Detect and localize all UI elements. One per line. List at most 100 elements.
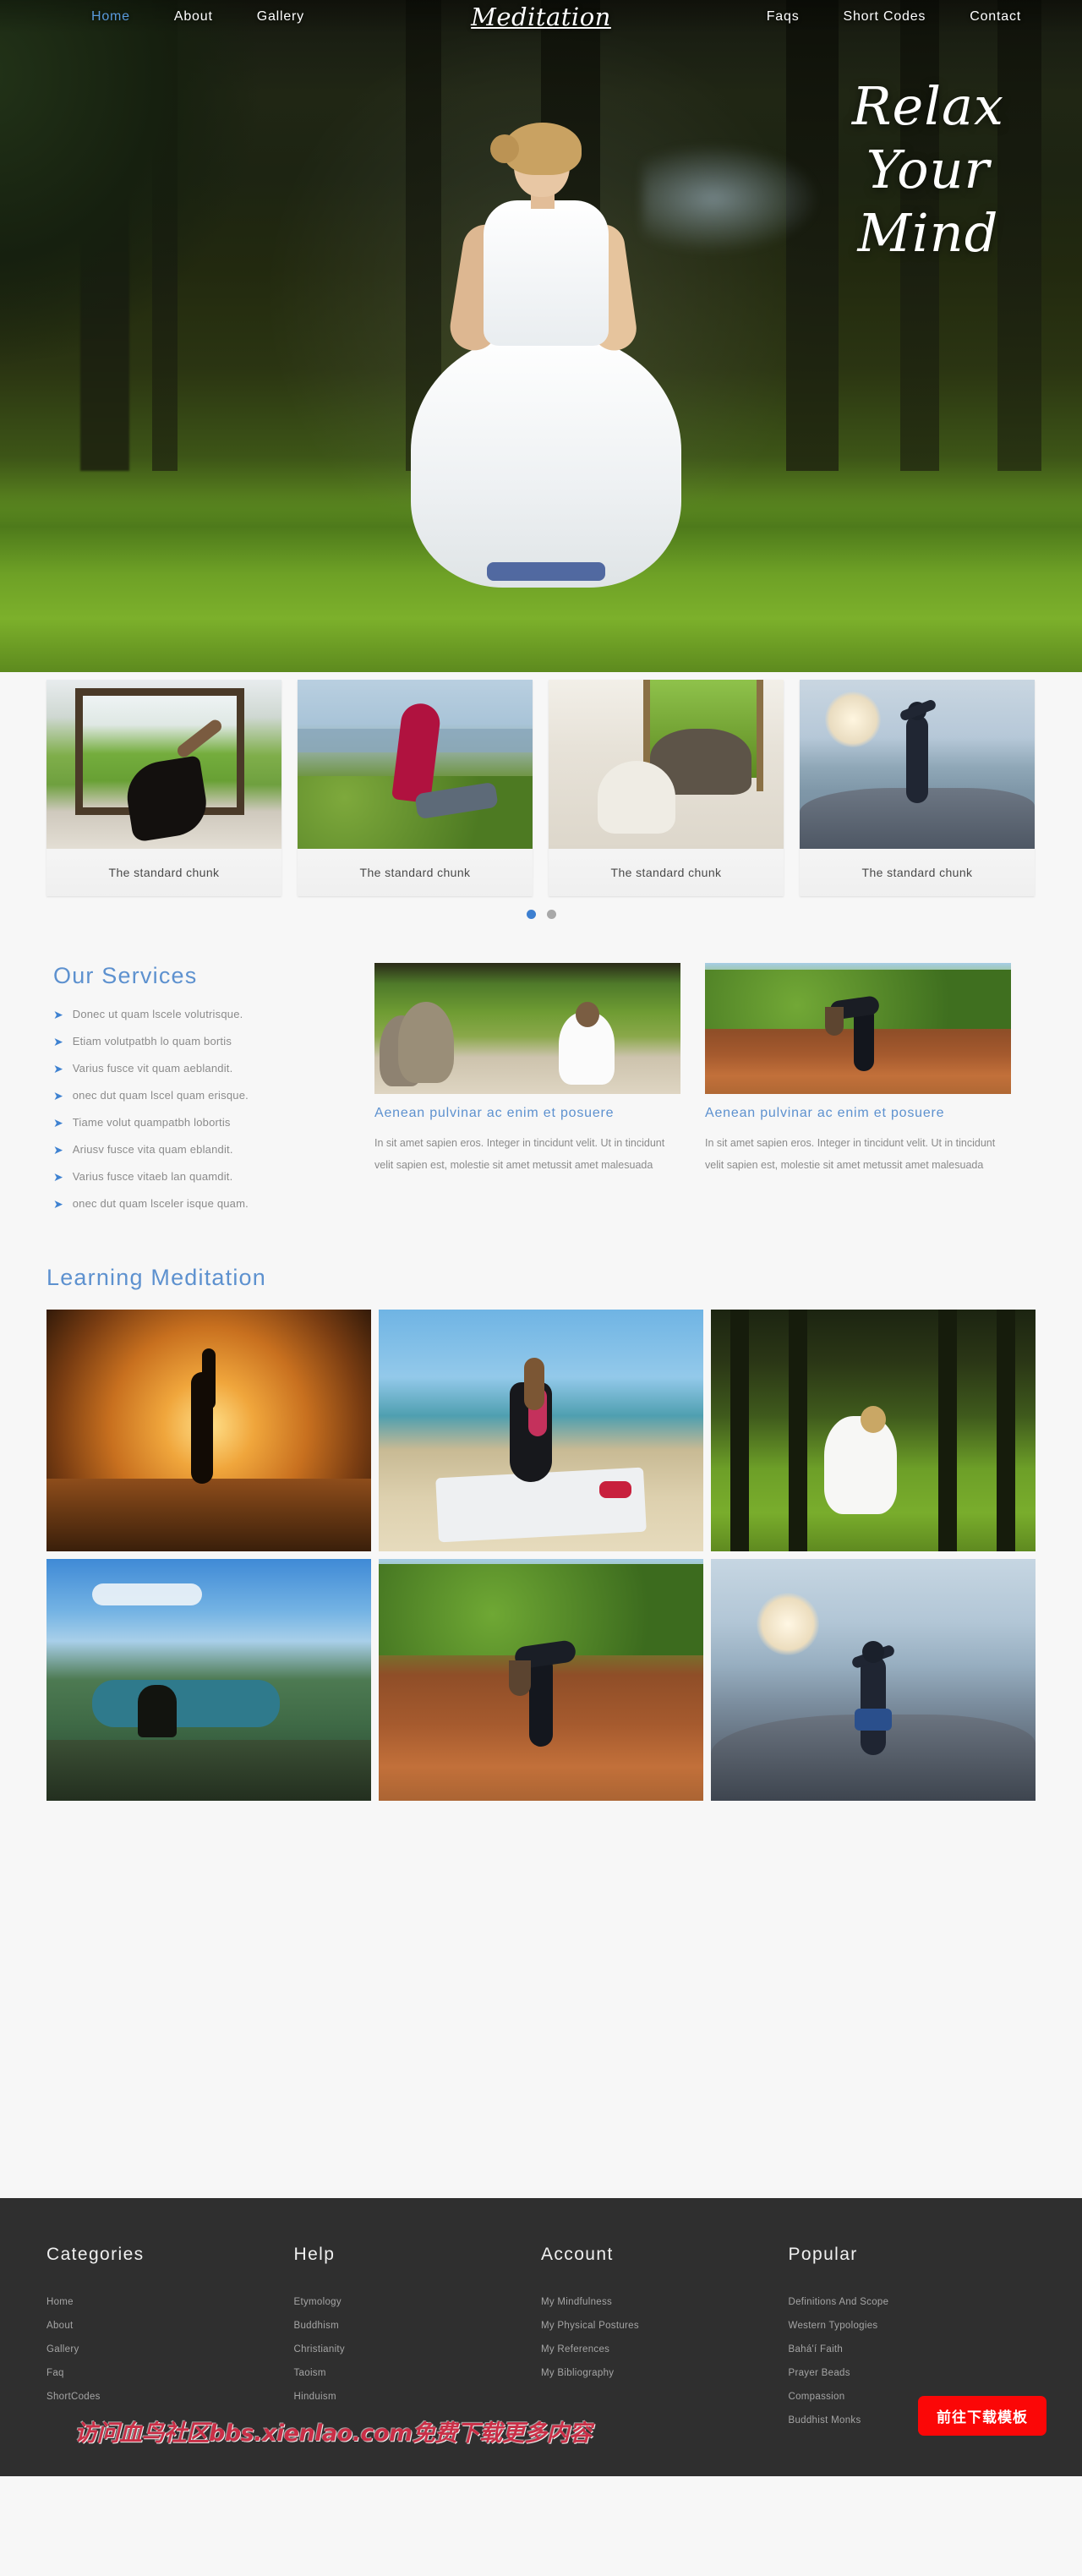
meditating-woman: [406, 123, 685, 621]
carousel-pagination: [0, 910, 1082, 919]
service-card-body: In sit amet sapien eros. Integer in tinc…: [705, 1137, 996, 1171]
service-list-item[interactable]: ➤ onec dut quam lscel quam erisque.: [53, 1089, 351, 1102]
carousel-card-caption: The standard chunk: [549, 849, 784, 896]
footer-heading: Popular: [788, 2245, 858, 2264]
gallery-grid: [46, 1310, 1036, 1801]
palm-frond: [0, 0, 295, 366]
footer-link[interactable]: My Physical Postures: [541, 2321, 789, 2331]
nav-item-contact[interactable]: Contact: [970, 9, 1021, 25]
footer-link[interactable]: Definitions And Scope: [789, 2297, 1036, 2307]
arrow-right-icon: ➤: [53, 1088, 63, 1102]
page-spacer: [0, 1801, 1082, 2198]
carousel-card-caption: The standard chunk: [800, 849, 1035, 896]
footer-link[interactable]: Western Typologies: [789, 2321, 1036, 2331]
service-label: Varius fusce vit quam aeblandit.: [72, 1062, 233, 1075]
arrow-right-icon: ➤: [53, 1034, 63, 1048]
carousel-dot-2[interactable]: [546, 910, 556, 919]
service-list-item[interactable]: ➤ Ariusv fusce vita quam eblandit.: [53, 1143, 351, 1156]
footer-link[interactable]: Buddhism: [294, 2321, 542, 2331]
hero-line-3: Mind: [857, 202, 999, 264]
gallery-item-coastal-rock-tree-pose[interactable]: [711, 1559, 1036, 1801]
site-footer: Categories Home About Gallery Faq ShortC…: [0, 2198, 1082, 2476]
carousel-card-image: [298, 680, 533, 849]
service-list-item[interactable]: ➤ onec dut quam lsceler isque quam.: [53, 1197, 351, 1210]
carousel-card-caption: The standard chunk: [298, 849, 533, 896]
service-list-item[interactable]: ➤ Donec ut quam lscele volutrisque.: [53, 1008, 351, 1020]
carousel-card[interactable]: The standard chunk: [800, 680, 1035, 896]
service-label: onec dut quam lscel quam erisque.: [72, 1089, 249, 1102]
services-list: ➤ Donec ut quam lscele volutrisque. ➤ Et…: [53, 1008, 351, 1210]
carousel-card-caption: The standard chunk: [46, 849, 281, 896]
footer-link[interactable]: Bahá'í Faith: [789, 2344, 1036, 2354]
learning-meditation-section: Learning Meditation: [46, 1265, 1036, 1801]
footer-link[interactable]: ShortCodes: [46, 2392, 294, 2402]
footer-link[interactable]: Taoism: [294, 2368, 542, 2378]
footer-link[interactable]: Home: [46, 2297, 294, 2307]
footer-link[interactable]: Faq: [46, 2368, 294, 2378]
download-template-button[interactable]: 前往下载模板: [918, 2396, 1046, 2436]
arrow-right-icon: ➤: [53, 1196, 63, 1211]
service-card-heading[interactable]: Aenean pulvinar ac enim et posuere: [705, 1106, 1011, 1121]
arrow-right-icon: ➤: [53, 1169, 63, 1184]
footer-link[interactable]: Christianity: [294, 2344, 542, 2354]
footer-link[interactable]: My Mindfulness: [541, 2297, 789, 2307]
carousel-card[interactable]: The standard chunk: [46, 680, 281, 896]
footer-link[interactable]: Etymology: [294, 2297, 542, 2307]
footer-link-list: Etymology Buddhism Christianity Taoism H…: [294, 2297, 542, 2402]
service-card-body: In sit amet sapien eros. Integer in tinc…: [374, 1137, 665, 1171]
nav-item-short-codes[interactable]: Short Codes: [844, 9, 926, 25]
service-list-item[interactable]: ➤ Tiame volut quampatbh lobortis: [53, 1116, 351, 1129]
carousel-card[interactable]: The standard chunk: [549, 680, 784, 896]
gallery-item-river-forward-fold[interactable]: [379, 1559, 703, 1801]
nav-right-group: Faqs Short Codes Contact: [767, 9, 1021, 25]
nav-item-home[interactable]: Home: [91, 9, 130, 25]
service-label: Donec ut quam lscele volutrisque.: [72, 1008, 243, 1020]
learning-meditation-title: Learning Meditation: [46, 1265, 266, 1290]
service-card-image[interactable]: [374, 963, 680, 1094]
service-card-image[interactable]: [705, 963, 1011, 1094]
arrow-right-icon: ➤: [53, 1007, 63, 1021]
gallery-item-beach-seated-meditation[interactable]: [379, 1310, 703, 1551]
nav-item-about[interactable]: About: [174, 9, 213, 25]
carousel-dot-1[interactable]: [526, 910, 536, 919]
carousel-card-image: [46, 680, 281, 849]
site-logo[interactable]: Meditation: [471, 3, 611, 31]
footer-column-account: Account My Mindfulness My Physical Postu…: [541, 2245, 789, 2439]
nav-item-faqs[interactable]: Faqs: [767, 9, 800, 25]
footer-columns: Categories Home About Gallery Faq ShortC…: [46, 2245, 1036, 2439]
footer-link-list: Home About Gallery Faq ShortCodes: [46, 2297, 294, 2402]
footer-link[interactable]: My Bibliography: [541, 2368, 789, 2378]
gallery-item-mountain-lake-overlook[interactable]: [46, 1559, 371, 1801]
hero-line-2: Your: [866, 139, 991, 200]
site-watermark: 访问血鸟社区bbs.xienlao.com免费下载更多内容: [74, 2420, 592, 2447]
gallery-item-sunset-tree-pose[interactable]: [46, 1310, 371, 1551]
service-list-item[interactable]: ➤ Etiam volutpatbh lo quam bortis: [53, 1035, 351, 1047]
service-label: Varius fusce vitaeb lan quamdit.: [72, 1170, 233, 1183]
gallery-item-forest-white-dress-meditation[interactable]: [711, 1310, 1036, 1551]
service-list-item[interactable]: ➤ Varius fusce vitaeb lan quamdit.: [53, 1170, 351, 1183]
service-card-heading[interactable]: Aenean pulvinar ac enim et posuere: [374, 1106, 680, 1121]
carousel-card-image: [800, 680, 1035, 849]
footer-link[interactable]: About: [46, 2321, 294, 2331]
footer-heading: Help: [293, 2245, 336, 2264]
hero-headline: Relax Your Mind: [852, 74, 1004, 265]
service-card: Aenean pulvinar ac enim et posuere In si…: [374, 963, 680, 1176]
thumbnail-carousel-section: The standard chunk The standard chunk Th…: [0, 672, 1082, 933]
footer-link-list: My Mindfulness My Physical Postures My R…: [541, 2297, 789, 2378]
carousel-card[interactable]: The standard chunk: [298, 680, 533, 896]
footer-heading: Account: [541, 2245, 614, 2264]
our-services-title: Our Services: [53, 963, 198, 988]
footer-link[interactable]: My References: [541, 2344, 789, 2354]
service-label: Tiame volut quampatbh lobortis: [72, 1116, 231, 1129]
footer-link[interactable]: Prayer Beads: [789, 2368, 1036, 2378]
hero-section: Relax Your Mind Home About Gallery Medit…: [0, 0, 1082, 672]
service-list-item[interactable]: ➤ Varius fusce vit quam aeblandit.: [53, 1062, 351, 1075]
footer-link[interactable]: Hinduism: [294, 2392, 542, 2402]
nav-item-gallery[interactable]: Gallery: [257, 9, 304, 25]
arrow-right-icon: ➤: [53, 1115, 63, 1129]
nav-left-group: Home About Gallery: [91, 9, 304, 25]
footer-link[interactable]: Gallery: [46, 2344, 294, 2354]
our-services-section: Our Services ➤ Donec ut quam lscele volu…: [46, 963, 1036, 1224]
footer-column-categories: Categories Home About Gallery Faq ShortC…: [46, 2245, 294, 2439]
footer-column-help: Help Etymology Buddhism Christianity Tao…: [294, 2245, 542, 2439]
